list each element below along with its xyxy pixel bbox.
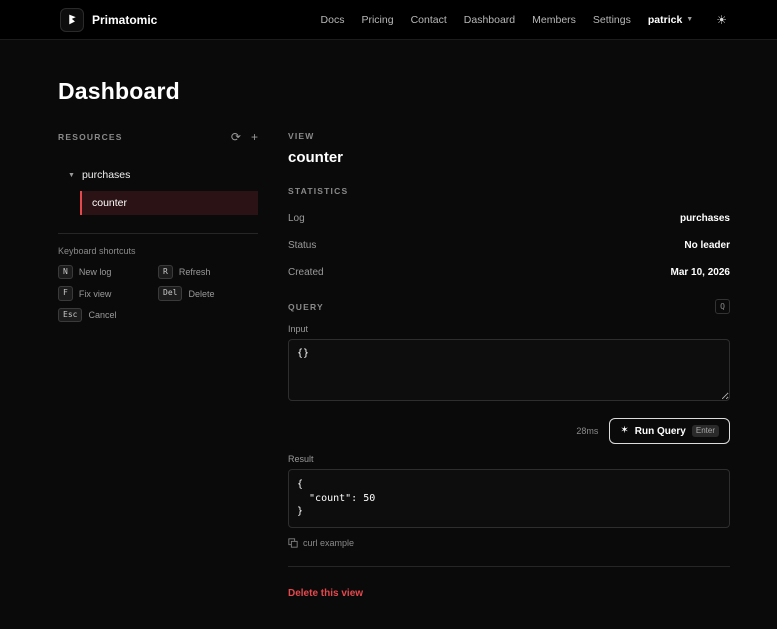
query-section-label: Query	[288, 302, 324, 312]
view-section-label: View	[288, 131, 730, 141]
spark-icon: ✶	[620, 426, 628, 436]
chevron-down-icon: ▼	[686, 16, 693, 23]
nav-link-docs[interactable]: Docs	[321, 14, 345, 26]
view-title: counter	[288, 149, 730, 166]
nav-link-settings[interactable]: Settings	[593, 14, 631, 26]
resources-tree: ▼ purchases counter	[58, 165, 258, 215]
kbd-key: Esc	[58, 308, 82, 322]
resources-sidebar: Resources ⟳ + ▼ purchases counter Keyboa…	[58, 131, 258, 629]
tree-group-purchases[interactable]: ▼ purchases	[58, 165, 258, 185]
shortcuts-title: Keyboard shortcuts	[58, 246, 258, 256]
shortcut-refresh: R Refresh	[158, 265, 258, 279]
user-menu[interactable]: patrick ▼	[648, 14, 693, 26]
shortcut-new-log: N New log	[58, 265, 158, 279]
run-query-button[interactable]: ✶ Run Query Enter	[609, 418, 730, 444]
result-label: Result	[288, 454, 730, 464]
stat-row-log: Log purchases	[288, 206, 730, 231]
nav-link-members[interactable]: Members	[532, 14, 576, 26]
page-title: Dashboard	[58, 78, 730, 105]
brand[interactable]: Primatomic	[60, 8, 157, 32]
statistics-list: Log purchases Status No leader Created M…	[288, 206, 730, 285]
nav-links: Docs Pricing Contact Dashboard Members S…	[321, 13, 727, 27]
content-divider	[288, 566, 730, 567]
nav-link-pricing[interactable]: Pricing	[361, 14, 393, 26]
brand-name: Primatomic	[92, 13, 157, 27]
kbd-key: Del	[158, 286, 182, 300]
main-content: Dashboard Resources ⟳ + ▼ purchases coun…	[0, 78, 777, 629]
nav-link-contact[interactable]: Contact	[411, 14, 447, 26]
tree-item-counter-selected[interactable]: counter	[80, 191, 258, 215]
shortcut-cancel: Esc Cancel	[58, 308, 158, 322]
copy-icon	[288, 538, 298, 548]
query-result: { "count": 50 }	[288, 469, 730, 528]
shortcuts-list: N New log R Refresh F Fix view Del Delet…	[58, 265, 258, 322]
brand-logo-icon	[60, 8, 84, 32]
tree-group-label: purchases	[82, 169, 130, 181]
query-latency: 28ms	[576, 426, 598, 436]
stat-row-status: Status No leader	[288, 233, 730, 258]
query-kbd-hint: Q	[715, 299, 730, 314]
resources-label: Resources	[58, 132, 123, 142]
caret-down-icon: ▼	[68, 172, 75, 179]
top-navbar: Primatomic Docs Pricing Contact Dashboar…	[0, 0, 777, 40]
stat-row-created: Created Mar 10, 2026	[288, 260, 730, 285]
nav-link-dashboard[interactable]: Dashboard	[464, 14, 515, 26]
kbd-key: N	[58, 265, 73, 279]
user-name: patrick	[648, 14, 682, 26]
shortcut-delete: Del Delete	[158, 286, 258, 300]
shortcut-fix-view: F Fix view	[58, 286, 158, 300]
kbd-key: R	[158, 265, 173, 279]
curl-example-link[interactable]: curl example	[288, 538, 730, 548]
sidebar-divider	[58, 233, 258, 234]
enter-kbd-badge: Enter	[692, 425, 719, 437]
add-resource-icon[interactable]: +	[251, 131, 258, 143]
kbd-key: F	[58, 286, 73, 300]
statistics-section-label: Statistics	[288, 186, 730, 196]
query-input[interactable]: {}	[288, 339, 730, 401]
theme-toggle-sun-icon[interactable]: ☀	[716, 13, 727, 27]
delete-view-link[interactable]: Delete this view	[288, 588, 363, 599]
view-panel: View counter Statistics Log purchases St…	[288, 131, 730, 629]
refresh-icon[interactable]: ⟳	[231, 131, 241, 143]
query-input-label: Input	[288, 324, 730, 334]
